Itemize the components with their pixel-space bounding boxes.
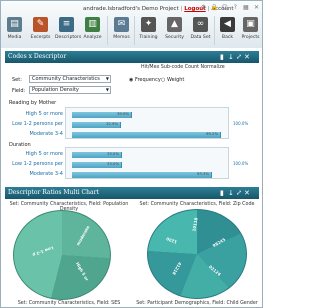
pie-slice-label: Low 1-2 p (31, 245, 55, 258)
pie-chart-zip[interactable]: 10118 98245 02126 41218 1230 (147, 209, 247, 299)
pie-slice-label: 98245 (211, 236, 227, 249)
security-icon: ▲ (167, 17, 182, 32)
weight-radio[interactable]: ○ Weight (161, 77, 184, 83)
panel-title: Codes x Descriptor (8, 53, 67, 60)
memos-icon: ✉ (114, 17, 129, 32)
lock-icon[interactable]: 🔒 (211, 4, 218, 11)
descriptors-icon: ≡ (59, 17, 74, 32)
set-select[interactable]: Community Characteristics ▼ (29, 75, 111, 83)
projects-icon: ▣ (243, 17, 258, 32)
row-label: Moderate 3-4 (29, 131, 63, 137)
toolbar-label: Training (139, 35, 158, 40)
group-title: Reading by Mother (9, 100, 57, 106)
panel-header-ratios: Descriptor Ratios Multi Chart ▮ ⤓ ⤢ ✕ (5, 187, 259, 199)
pie-label: Set: Community Characteristics, Field: S… (17, 301, 121, 306)
pie-label: Set: Participant Demographics, Field: Ch… (136, 301, 258, 306)
group-total: 100.0% (233, 161, 249, 166)
toolbar-memos-button[interactable]: ✉ Memos (110, 13, 133, 47)
bar-value: 93.3% (197, 171, 210, 176)
download-icon[interactable]: ⤓ (228, 51, 234, 63)
group-total: 100.0% (233, 121, 249, 126)
expand-icon[interactable]: ⤢ (236, 51, 242, 63)
bar-value: 32.9% (106, 121, 119, 126)
toolbar-label: Analyze (83, 35, 102, 40)
training-icon: ✦ (141, 17, 156, 32)
bar-value: 39.9% (117, 111, 130, 116)
expand-icon[interactable]: ⤢ (236, 187, 242, 199)
people-icon[interactable]: ☺ (221, 4, 228, 11)
dataset-icon: ∞ (193, 17, 208, 32)
toolbar-label: Descriptors (55, 35, 82, 40)
toolbar-label: Projects (241, 35, 260, 40)
pie-label: Set: Community Characteristics, Field: Z… (139, 202, 255, 207)
pie-slice-label: 41218 (171, 261, 183, 276)
toolbar-label: Back (221, 35, 234, 40)
media-icon: ▤ (7, 17, 22, 32)
row-label: High 5 or more (25, 111, 63, 117)
toolbar-excerpts-button[interactable]: ✎ Excerpts (29, 13, 52, 47)
back-icon: ◀ (220, 17, 235, 32)
panel-options[interactable]: Hit/Mex Sub-code Count Normalize (141, 65, 225, 70)
row-label: Low 1-2 persons per (12, 121, 63, 127)
pie-slice-label: High 5 or (75, 261, 90, 282)
pie-slice-label: 10118 (191, 217, 199, 232)
close-icon[interactable]: ✕ (244, 187, 250, 199)
toolbar-projects-button[interactable]: ▣ Projects (239, 13, 262, 47)
top-icons: ⚙ 🔒 ☺ ? ▦ ✕ (198, 4, 260, 11)
pie-chart-density[interactable]: moderate High 5 or Low 1-2 p (13, 210, 111, 300)
bar-value: 33.0% (107, 151, 120, 156)
row-label: Low 1-2 persons per (12, 161, 63, 167)
toolbar-label: Data Set (190, 35, 211, 40)
analyze-icon: ▥ (85, 17, 100, 32)
group-title: Duration (9, 142, 31, 148)
chart-icon[interactable]: ▮ (220, 51, 224, 63)
help-icon[interactable]: ? (232, 4, 239, 11)
download-icon[interactable]: ⤓ (228, 187, 234, 199)
panel-header-codes: Codes x Descriptor ▮ ⤓ ⤢ ✕ (5, 51, 259, 63)
toolbar-descriptors-button[interactable]: ≡ Descriptors (55, 13, 82, 47)
set-label: Set: (12, 77, 22, 83)
toolbar-label: Media (7, 35, 22, 40)
bar-value: 33.0% (107, 161, 120, 166)
toolbar-label: Memos (113, 35, 130, 40)
toolbar-analyze-button[interactable]: ▥ Analyze (81, 13, 104, 47)
settings-icon[interactable]: ⚙ (200, 4, 207, 11)
row-label: High 5 or more (25, 151, 63, 157)
top-toolbar: andrade.lsbradford's Demo Project | Logou… (1, 1, 262, 48)
toolbar-training-button[interactable]: ✦ Training (137, 13, 160, 47)
toolbar-label: Security (165, 35, 184, 40)
chart-icon[interactable]: ▮ (220, 187, 224, 199)
frequency-radio[interactable]: ◉ Frequency (129, 77, 161, 83)
pie-slice-label: 02126 (208, 264, 222, 277)
project-name: andrade.lsbradford's Demo Project (83, 6, 179, 12)
pie-slice-label: moderate (75, 224, 91, 247)
bar (72, 132, 221, 138)
toolbar-back-button[interactable]: ◀ Back (216, 13, 239, 47)
bar-value: 99.2% (206, 131, 219, 136)
group-0-chart (65, 107, 229, 139)
app-window: andrade.lsbradford's Demo Project | Logou… (0, 0, 263, 308)
close-icon[interactable]: ✕ (244, 51, 250, 63)
row-label: Moderate 3-4 (29, 171, 63, 177)
toolbar-dataset-button[interactable]: ∞ Data Set (189, 13, 212, 47)
toolbar-media-button[interactable]: ▤ Media (3, 13, 26, 47)
grid-icon[interactable]: ▦ (242, 4, 249, 11)
toolbar-security-button[interactable]: ▲ Security (163, 13, 186, 47)
panel-title: Descriptor Ratios Multi Chart (8, 189, 99, 196)
excerpts-icon: ✎ (33, 17, 48, 32)
close-icon[interactable]: ✕ (253, 4, 260, 11)
field-label: Field: (12, 88, 26, 94)
pie-slice-label: 1230 (165, 236, 178, 245)
bar (72, 172, 212, 178)
field-select[interactable]: Population Density ▼ (29, 86, 111, 94)
toolbar-label: Excerpts (30, 35, 51, 40)
